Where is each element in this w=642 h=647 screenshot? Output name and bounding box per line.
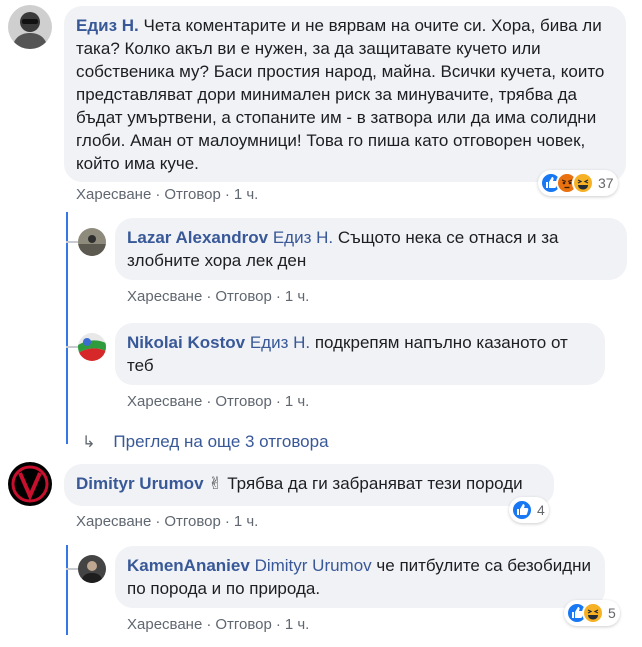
- mention-link[interactable]: Dimityr Urumov: [255, 556, 372, 575]
- comment-bubble: Lazar Alexandrov Едиз Н. Същото нека се …: [115, 218, 627, 280]
- comment-author[interactable]: KamenAnaniev: [127, 556, 250, 575]
- comment-bubble: Dimityr Urumov ✌ Трябва да ги забраняват…: [64, 464, 554, 506]
- reaction-summary[interactable]: 37: [538, 170, 618, 196]
- comment-time[interactable]: 1 ч.: [285, 616, 310, 633]
- avatar-ediz[interactable]: [8, 5, 52, 49]
- thread-line: [66, 545, 68, 635]
- mention-link[interactable]: Едиз Н.: [250, 333, 310, 352]
- comment-time[interactable]: 1 ч.: [234, 186, 259, 203]
- victory-hand-icon: ✌: [208, 474, 223, 493]
- comment-bubble: KamenAnaniev Dimityr Urumov че питбулите…: [115, 546, 605, 608]
- comment-text: Трябва да ги забраняват тези породи: [227, 474, 523, 493]
- reaction-count: 37: [598, 175, 614, 191]
- reply-arrow-icon: ↳: [82, 434, 96, 451]
- like-link[interactable]: Харесване: [127, 393, 202, 410]
- comment-time[interactable]: 1 ч.: [234, 513, 259, 530]
- thread-branch: [66, 241, 78, 243]
- avatar-nikolai[interactable]: [78, 333, 106, 361]
- haha-icon: [582, 602, 604, 624]
- avatar-kamen[interactable]: [78, 555, 106, 583]
- like-link[interactable]: Харесване: [127, 288, 202, 305]
- reply-link[interactable]: Отговор: [215, 288, 272, 305]
- thread-branch: [66, 346, 78, 348]
- avatar-dimityr[interactable]: [8, 462, 52, 506]
- thread-line: [66, 212, 68, 444]
- comment-actions: Харесване · Отговор · 1 ч.: [127, 288, 310, 305]
- reaction-summary[interactable]: 5: [564, 600, 620, 626]
- reply-link[interactable]: Отговор: [164, 186, 221, 203]
- avatar-lazar[interactable]: [78, 228, 106, 256]
- comment-time[interactable]: 1 ч.: [285, 393, 310, 410]
- comment-actions: Харесване · Отговор · 1 ч.: [127, 616, 310, 633]
- comment-author[interactable]: Nikolai Kostov: [127, 333, 245, 352]
- view-more-replies-label[interactable]: Преглед на още 3 отговора: [113, 432, 328, 452]
- comment-actions: Харесване · Отговор · 1 ч.: [76, 513, 259, 530]
- comment-bubble: Едиз Н. Чета коментарите и не вярвам на …: [64, 6, 626, 182]
- comment-actions: Харесване · Отговор · 1 ч.: [76, 186, 259, 203]
- reaction-count: 5: [608, 605, 616, 621]
- comment-bubble: Nikolai Kostov Едиз Н. подкрепям напълно…: [115, 323, 605, 385]
- reaction-summary[interactable]: 4: [509, 497, 549, 523]
- comment-author[interactable]: Едиз Н.: [76, 16, 139, 35]
- comment-author[interactable]: Lazar Alexandrov: [127, 228, 268, 247]
- mention-link[interactable]: Едиз Н.: [273, 228, 333, 247]
- reply-link[interactable]: Отговор: [215, 616, 272, 633]
- like-link[interactable]: Харесване: [127, 616, 202, 633]
- like-link[interactable]: Харесване: [76, 186, 151, 203]
- comment-text: Чета коментарите и не вярвам на очите си…: [76, 16, 605, 173]
- like-link[interactable]: Харесване: [76, 513, 151, 530]
- reaction-count: 4: [537, 502, 545, 518]
- reply-link[interactable]: Отговор: [164, 513, 221, 530]
- haha-icon: [572, 172, 594, 194]
- thread-branch: [66, 568, 78, 570]
- reply-link[interactable]: Отговор: [215, 393, 272, 410]
- comment-time[interactable]: 1 ч.: [285, 288, 310, 305]
- comment-actions: Харесване · Отговор · 1 ч.: [127, 393, 310, 410]
- like-icon: [511, 499, 533, 521]
- view-more-replies[interactable]: ↳ Преглед на още 3 отговора: [82, 432, 329, 452]
- comment-author[interactable]: Dimityr Urumov: [76, 474, 204, 493]
